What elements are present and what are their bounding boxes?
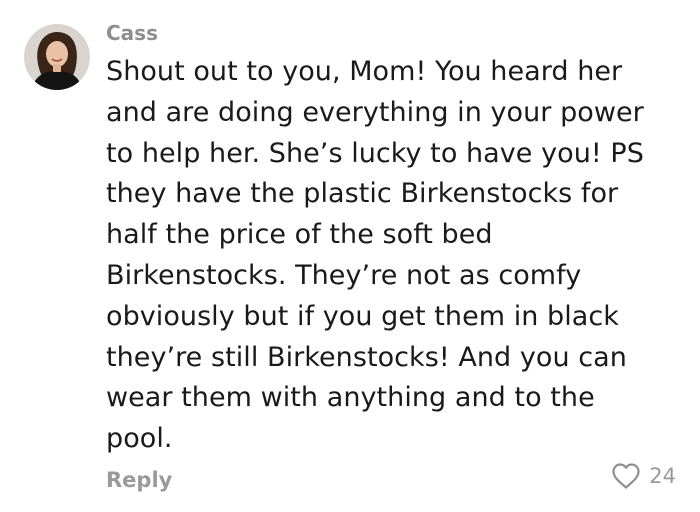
comment-line: Birkenstocks. They’re not as comfy — [106, 259, 582, 291]
comment-line: they have the plastic Birkenstocks for — [106, 178, 619, 210]
comment-line: pool. — [106, 423, 173, 455]
comment-line: and are doing everything in your power — [106, 96, 644, 128]
comment-author[interactable]: Cass — [106, 20, 158, 46]
comment-line: Shout out to you, Mom! You heard her — [106, 56, 623, 87]
reply-button[interactable]: Reply — [106, 466, 172, 494]
comment-line: they’re still Birkenstocks! And you can — [106, 341, 627, 373]
heart-icon[interactable] — [611, 462, 641, 490]
comment-line: half the price of the soft bed — [106, 219, 493, 251]
avatar[interactable] — [24, 24, 90, 90]
comment-line: wear them with anything and to the — [106, 382, 595, 414]
avatar-photo-icon — [24, 24, 90, 90]
like-count: 24 — [649, 464, 676, 488]
comment-body: Shout out to you, Mom! You heard her and… — [106, 52, 686, 460]
like-control: 24 — [611, 462, 676, 490]
comment-line: obviously but if you get them in black — [106, 300, 619, 332]
comment-card: Cass Shout out to you, Mom! You heard he… — [0, 0, 700, 512]
comment-line: to help her. She’s lucky to have you! PS — [106, 137, 644, 169]
